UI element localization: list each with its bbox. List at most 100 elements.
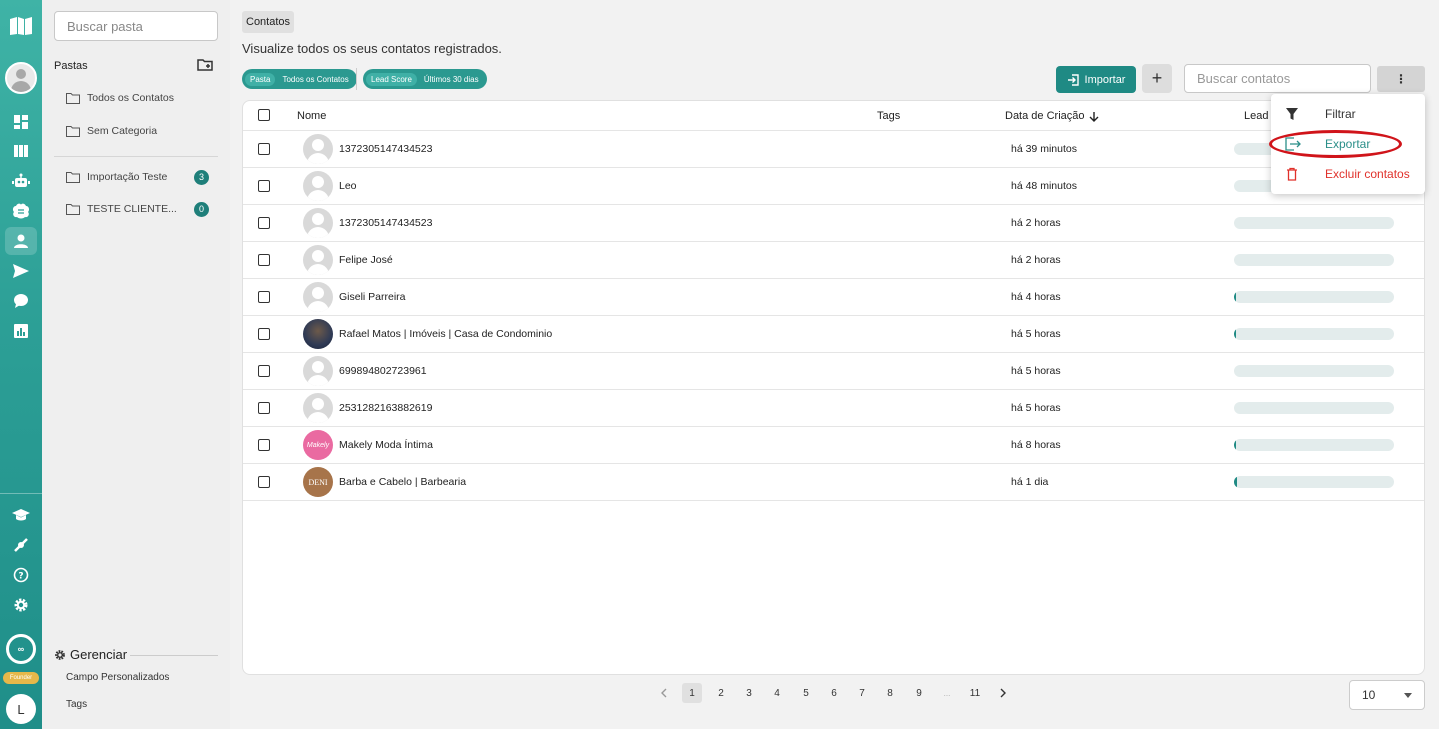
row-checkbox[interactable] [258,402,270,414]
table-row[interactable]: 1372305147434523 há 39 minutos [243,131,1424,168]
contact-name[interactable]: 1372305147434523 [339,217,432,229]
filter-chip-label: Lead Score [366,72,417,86]
folder-all-contacts[interactable]: Todos os Contatos [66,88,226,108]
contact-avatar [303,282,333,312]
page-button[interactable]: 5 [796,683,816,703]
page-button[interactable]: 9 [909,683,929,703]
folder-icon [66,203,80,215]
reports-icon[interactable] [11,321,31,341]
contact-name[interactable]: Makely Moda Íntima [339,439,433,451]
contact-search-input[interactable]: Buscar contatos [1184,64,1371,93]
folder-count-badge: 3 [194,169,209,185]
kanban-icon[interactable] [11,141,31,161]
custom-fields-link[interactable]: Campo Personalizados [66,672,169,683]
plan-badge-icon[interactable]: ∞ [6,634,36,664]
dashboard-icon[interactable] [11,112,31,132]
folder-icon [66,125,80,137]
contact-name[interactable]: 699894802723961 [339,365,427,377]
page-button[interactable]: 2 [711,683,731,703]
column-created[interactable]: Data de Criação [1005,110,1099,122]
table-header: Nome Tags Data de Criação Lead S [243,101,1424,131]
founder-badge: Founder [3,672,39,684]
folder-filter-chip[interactable]: Pasta Todos os Contatos [242,69,357,89]
academy-icon[interactable] [11,505,31,525]
brain-icon[interactable] [11,201,31,221]
page-button[interactable]: 4 [767,683,787,703]
table-row[interactable]: Rafael Matos | Imóveis | Casa de Condomi… [243,316,1424,353]
chat-icon[interactable] [11,291,31,311]
select-all-checkbox[interactable] [258,109,270,121]
page-button[interactable]: 3 [739,683,759,703]
folder-search-input[interactable]: Buscar pasta [54,11,218,41]
rail-divider [0,493,42,494]
app-logo-icon[interactable] [9,16,33,36]
row-checkbox[interactable] [258,291,270,303]
profile-avatar[interactable] [5,62,37,94]
table-row[interactable]: DENI Barba e Cabelo | Barbearia há 1 dia [243,464,1424,501]
folder-count-badge: 0 [194,201,209,217]
app-rail: ? ∞ Founder L [0,0,42,729]
table-row[interactable]: Leo há 48 minutos [243,168,1424,205]
page-size-select[interactable]: 10 [1349,680,1425,710]
row-checkbox[interactable] [258,328,270,340]
contact-name[interactable]: Rafael Matos | Imóveis | Casa de Condomi… [339,328,552,340]
account-avatar[interactable]: L [6,694,36,724]
page-button[interactable]: 7 [852,683,872,703]
import-button[interactable]: Importar [1056,66,1136,93]
row-checkbox[interactable] [258,180,270,192]
lead-score-fill [1234,291,1236,303]
contact-name[interactable]: 2531282163882619 [339,402,432,414]
folder-test-client[interactable]: TESTE CLIENTE... 0 [66,199,226,219]
row-checkbox[interactable] [258,439,270,451]
row-checkbox[interactable] [258,365,270,377]
manage-divider [130,655,218,656]
send-icon[interactable] [11,261,31,281]
folder-icon [66,92,80,104]
menu-item-delete[interactable]: Excluir contatos [1271,160,1425,188]
column-name[interactable]: Nome [297,110,326,122]
contact-name[interactable]: Giseli Parreira [339,291,406,303]
folder-import-test[interactable]: Importação Teste 3 [66,167,226,187]
folder-label: Importação Teste [87,171,168,183]
page-button[interactable]: 11 [965,683,985,703]
integrations-icon[interactable] [11,535,31,555]
page-button[interactable]: 1 [682,683,702,703]
menu-item-label: Excluir contatos [1325,167,1410,181]
lead-score-bar [1234,254,1394,266]
lead-score-bar [1234,291,1394,303]
table-row[interactable]: 2531282163882619 há 5 horas [243,390,1424,427]
more-options-button[interactable]: ⋮ [1377,66,1425,92]
add-contact-button[interactable]: + [1142,64,1172,93]
bot-icon[interactable] [11,171,31,191]
table-row[interactable]: 1372305147434523 há 2 horas [243,205,1424,242]
page-button[interactable]: 6 [824,683,844,703]
row-checkbox[interactable] [258,476,270,488]
prev-page-icon[interactable] [660,688,668,698]
contact-name[interactable]: Barba e Cabelo | Barbearia [339,476,466,488]
export-highlight-annotation [1269,130,1402,158]
next-page-icon[interactable] [999,688,1007,698]
page-button[interactable]: 8 [880,683,900,703]
contacts-icon[interactable] [5,227,37,255]
tags-link[interactable]: Tags [66,699,87,710]
contact-name[interactable]: Leo [339,180,357,192]
contact-created-date: há 5 horas [1011,402,1061,414]
contact-name[interactable]: 1372305147434523 [339,143,432,155]
help-icon[interactable]: ? [11,565,31,585]
folder-uncategorized[interactable]: Sem Categoria [66,121,226,141]
row-checkbox[interactable] [258,254,270,266]
new-folder-icon[interactable] [197,58,213,72]
menu-item-filter[interactable]: Filtrar [1271,100,1425,128]
table-row[interactable]: Felipe José há 2 horas [243,242,1424,279]
trash-icon [1287,167,1297,181]
table-row[interactable]: Makely Makely Moda Íntima há 8 horas [243,427,1424,464]
settings-icon[interactable] [11,595,31,615]
contact-name[interactable]: Felipe José [339,254,393,266]
row-checkbox[interactable] [258,217,270,229]
lead-score-bar [1234,365,1394,377]
row-checkbox[interactable] [258,143,270,155]
table-row[interactable]: 699894802723961 há 5 horas [243,353,1424,390]
lead-score-filter-chip[interactable]: Lead Score Últimos 30 dias [363,69,487,89]
table-row[interactable]: Giseli Parreira há 4 horas [243,279,1424,316]
lead-score-fill [1234,476,1238,488]
